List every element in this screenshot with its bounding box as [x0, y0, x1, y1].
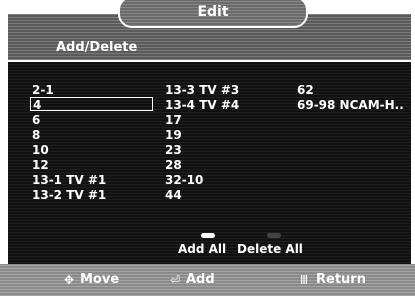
channel-item-selected[interactable]: 4	[30, 97, 153, 112]
channel-item[interactable]: 12	[32, 158, 49, 173]
channel-item[interactable]: 28	[165, 158, 182, 173]
channel-item[interactable]: 44	[165, 188, 182, 203]
footer-move-label[interactable]: Move	[80, 272, 119, 287]
tv-osd-screen: Add/Delete Edit 2-1 4 6 8 10 12 13-1 TV …	[0, 0, 415, 296]
channel-item[interactable]: 69-98 NCAM-H..	[297, 98, 404, 113]
channel-item[interactable]: 13-4 TV #4	[165, 98, 239, 113]
channel-item[interactable]: 32-10	[165, 173, 203, 188]
enter-icon: ⏎	[169, 273, 181, 287]
footer-bar: ✥ Move ⏎ Add Ⅲ Return	[0, 264, 415, 296]
channel-item[interactable]: 6	[32, 113, 40, 128]
channel-item[interactable]: 8	[32, 128, 40, 143]
channel-item[interactable]: 13-3 TV #3	[165, 83, 239, 98]
footer-add-label[interactable]: Add	[186, 272, 215, 287]
delete-all-indicator	[267, 233, 281, 238]
channel-item[interactable]: 23	[165, 143, 182, 158]
move-arrows-icon: ✥	[63, 273, 75, 287]
return-icon: Ⅲ	[299, 273, 309, 287]
channel-item[interactable]: 13-2 TV #1	[32, 188, 106, 203]
add-all-button[interactable]: Add All	[178, 242, 226, 256]
footer-return-label[interactable]: Return	[316, 272, 366, 287]
channel-item[interactable]: 17	[165, 113, 182, 128]
delete-all-button[interactable]: Delete All	[237, 242, 303, 256]
channel-item[interactable]: 2-1	[32, 83, 54, 98]
channel-item[interactable]: 10	[32, 143, 49, 158]
channel-item[interactable]: 13-1 TV #1	[32, 173, 106, 188]
add-all-indicator	[201, 233, 215, 238]
channel-item[interactable]: 62	[297, 83, 314, 98]
channel-item[interactable]: 19	[165, 128, 182, 143]
